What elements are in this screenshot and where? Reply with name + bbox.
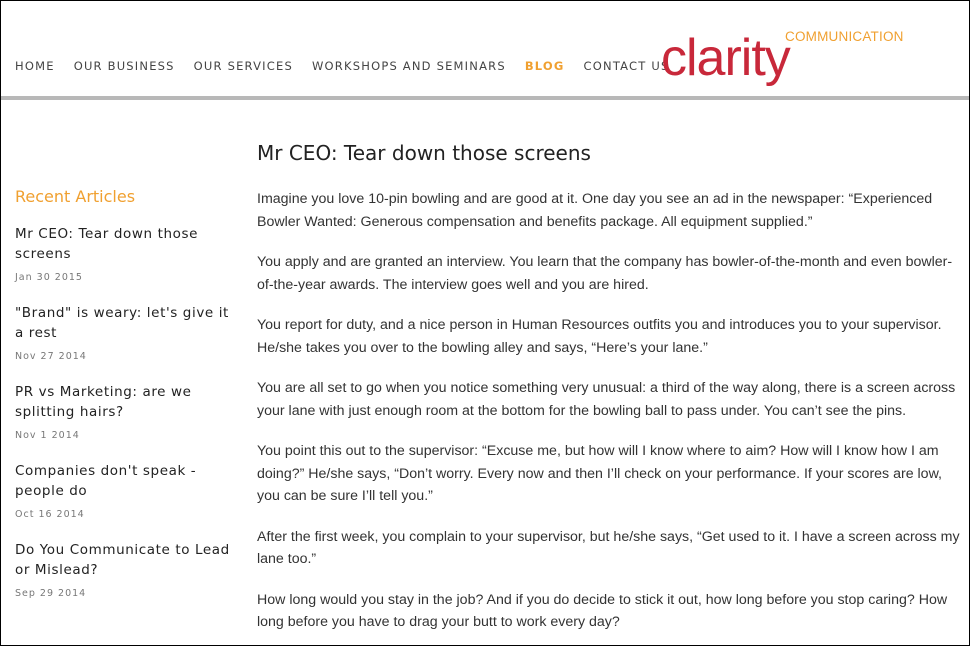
post-paragraph: You are all set to go when you notice so… <box>257 380 956 419</box>
nav-our-business[interactable]: OUR BUSINESS <box>74 58 175 74</box>
clarity-logo[interactable]: clarity COMMUNICATION <box>661 27 904 93</box>
nav-our-services[interactable]: OUR SERVICES <box>194 58 293 74</box>
recent-article-date: Jan 30 2015 <box>15 272 83 283</box>
recent-article-link[interactable]: Do You Communicate to Lead or Mislead? <box>15 540 235 580</box>
logo-tagline: COMMUNICATION <box>785 29 904 44</box>
recent-article-link[interactable]: "Brand" is weary: let's give it a rest <box>15 303 235 343</box>
recent-article-link[interactable]: Mr CEO: Tear down those screens <box>15 224 235 264</box>
nav-workshops-and-seminars[interactable]: WORKSHOPS AND SEMINARS <box>312 58 506 74</box>
recent-article-item: Do You Communicate to Lead or Mislead? S… <box>15 540 235 600</box>
post-paragraph: You report for duty, and a nice person i… <box>257 317 942 356</box>
post-paragraph: You apply and are granted an interview. … <box>257 254 953 293</box>
recent-article-date: Sep 29 2014 <box>15 588 87 599</box>
post-paragraph: Imagine you love 10-pin bowling and are … <box>257 191 933 230</box>
post-paragraph: After the first week, you complain to yo… <box>257 528 960 568</box>
recent-article-date: Oct 16 2014 <box>15 509 85 520</box>
recent-articles-heading: Recent Articles <box>15 187 136 206</box>
nav-contact-us[interactable]: CONTACT US <box>584 58 670 74</box>
recent-article-item: PR vs Marketing: are we splitting hairs?… <box>15 382 235 442</box>
main-nav: HOME OUR BUSINESS OUR SERVICES WORKSHOPS… <box>15 58 688 74</box>
recent-article-item: Mr CEO: Tear down those screens Jan 30 2… <box>15 224 235 284</box>
post-paragraph: You point this out to the supervisor: “E… <box>257 443 942 504</box>
logo-wordmark: clarity <box>661 29 791 87</box>
recent-article-date: Nov 27 2014 <box>15 351 87 362</box>
nav-blog[interactable]: BLOG <box>525 58 565 74</box>
post-title: Mr CEO: Tear down those screens <box>257 141 591 165</box>
recent-article-date: Nov 1 2014 <box>15 430 80 441</box>
recent-articles-sidebar: Recent Articles Mr CEO: Tear down those … <box>15 187 235 619</box>
post-paragraph: How long would you stay in the job? And … <box>257 591 948 631</box>
blog-post: Mr CEO: Tear down those screens Imagine … <box>257 140 963 652</box>
nav-home[interactable]: HOME <box>15 58 55 74</box>
recent-article-item: "Brand" is weary: let's give it a rest N… <box>15 303 235 363</box>
header-divider <box>1 96 969 100</box>
recent-article-link[interactable]: Companies don't speak - people do <box>15 461 235 501</box>
recent-article-link[interactable]: PR vs Marketing: are we splitting hairs? <box>15 382 235 422</box>
recent-article-item: Companies don't speak - people do Oct 16… <box>15 461 235 521</box>
